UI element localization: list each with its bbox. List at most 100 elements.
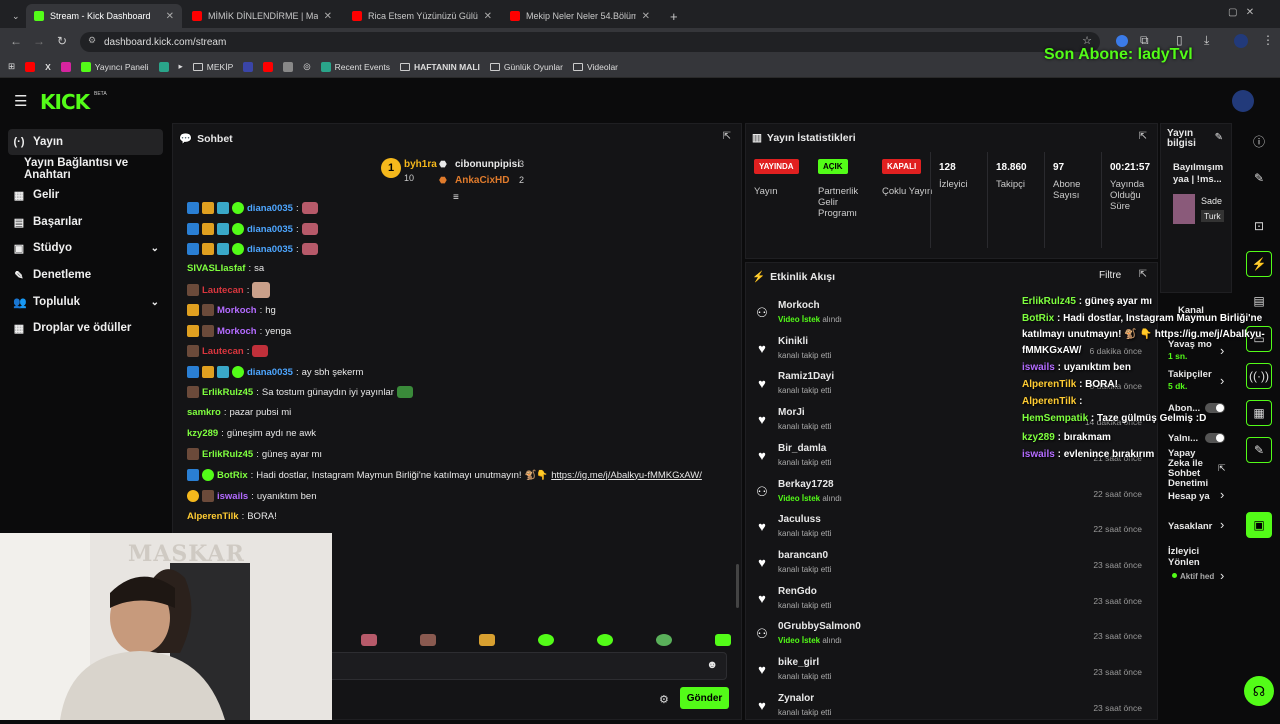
wrench-icon[interactable]: ✎ (1246, 437, 1272, 463)
emote-icon[interactable] (420, 634, 436, 646)
chat-username[interactable]: kzy289 (187, 428, 218, 439)
bookmark-blue-icon[interactable] (243, 61, 254, 72)
chat-username[interactable]: BotRix (217, 470, 248, 481)
top-gifter-name[interactable]: AnkaCixHD (455, 175, 509, 186)
nav-yayin[interactable]: (·) Yayın (8, 129, 163, 155)
tab-youtube-2[interactable]: Rica Etsem Yüzünüzü Gülümset ✕ (344, 4, 500, 28)
activity-item[interactable]: ♥ barancan0 kanalı takip etti 23 saat önce (754, 547, 1154, 581)
profile-avatar[interactable] (1234, 34, 1248, 48)
account-age-label[interactable]: Hesap ya (1168, 491, 1210, 502)
tab-kick-dashboard[interactable]: Stream - Kick Dashboard ✕ (26, 4, 182, 28)
activity-item[interactable]: ♥ RenGdo kanalı takip etti 23 saat önce (754, 583, 1154, 617)
bookmark-haftanin-mali[interactable]: HAFTANIN MALI (399, 62, 480, 72)
chevron-right-icon[interactable]: › (1220, 373, 1224, 388)
tab-youtube-1[interactable]: MİMİK DİNLENDİRME | Madara ✕ (184, 4, 340, 28)
activity-item[interactable]: ⚇ Berkay1728 Video İstek alındı 22 saat önc… (754, 476, 1154, 510)
slow-mode-label[interactable]: Yavaş mo (1168, 339, 1212, 350)
bookmark-recent-events[interactable]: Recent Events (320, 61, 390, 72)
menu-icon[interactable]: ⋮ (1262, 33, 1274, 47)
bookmark-youtube-icon[interactable] (25, 61, 36, 72)
activity-item[interactable]: ♥ Zynalor kanalı takip etti 23 saat önce (754, 690, 1154, 724)
bolt-icon[interactable]: ⚡ (1246, 251, 1272, 277)
nav-basarilar[interactable]: ▤ Başarılar (8, 209, 163, 235)
nav-gelir[interactable]: ▦ Gelir (8, 182, 163, 208)
chat-link[interactable]: https://ig.me/j/Abalkyu-fMMKGxAW/ (551, 470, 702, 481)
emote-only-toggle[interactable] (1205, 433, 1225, 443)
user-avatar[interactable] (1232, 90, 1254, 112)
banned-words-label[interactable]: Yasaklanr (1168, 521, 1212, 532)
chat-username[interactable]: iswails (217, 491, 248, 502)
chat-settings-icon[interactable]: ⚙ (659, 693, 669, 706)
sidebar-icon[interactable]: ▯ (1176, 33, 1183, 47)
bookmark-image-icon[interactable] (283, 61, 294, 72)
broadcast-icon[interactable]: ((·)) (1246, 363, 1272, 389)
nav-denetleme[interactable]: ✎ Denetleme (8, 262, 163, 288)
chat-username[interactable]: ErlikRulz45 (202, 387, 253, 398)
hamburger-icon[interactable]: ☰ (14, 92, 27, 110)
chat-username[interactable]: Morkoch (217, 305, 257, 316)
close-icon[interactable]: ✕ (324, 11, 332, 22)
chevron-right-icon[interactable]: › (1220, 568, 1224, 583)
close-icon[interactable]: ✕ (166, 11, 174, 22)
chat-username[interactable]: diana0035 (247, 244, 293, 255)
popout-icon[interactable]: ⇱ (1139, 131, 1147, 142)
bookmark-green-icon[interactable] (158, 61, 169, 72)
support-icon[interactable]: ☊ (1244, 676, 1274, 706)
chat-username[interactable]: samkro (187, 407, 221, 418)
bookmark-videolar[interactable]: Videolar (572, 62, 618, 72)
nav-droplar[interactable]: ▦ Droplar ve ödüller (8, 315, 163, 341)
pencil-icon[interactable]: ✎ (1246, 165, 1272, 191)
activity-item[interactable]: ⚇ 0GrubbySalmon0 Video İstek alındı 23 saat… (754, 618, 1154, 652)
chat-username[interactable]: SIVASLIasfaf (187, 263, 245, 274)
tab-search-button[interactable]: ⌄ (4, 4, 22, 28)
followers-only-label[interactable]: Takipçiler (1168, 369, 1212, 380)
back-icon[interactable]: ← (10, 34, 22, 48)
emote-icon[interactable] (361, 634, 377, 646)
crop-icon[interactable]: ⊡ (1246, 213, 1272, 239)
top-gifter-name[interactable]: cibonunpipisi (455, 159, 520, 170)
edit-icon[interactable]: ✎ (1215, 132, 1223, 143)
bookmark-x-icon[interactable]: X (45, 62, 51, 72)
emote-icon[interactable] (656, 634, 672, 646)
clapper-icon[interactable]: ▣ (1246, 512, 1272, 538)
reload-icon[interactable]: ↻ (57, 34, 67, 48)
activity-item[interactable]: ♥ bike_girl kanalı takip etti 23 saat önce (754, 654, 1154, 688)
chat-scrollbar[interactable] (736, 564, 739, 608)
site-info-icon[interactable]: ⚙ (88, 35, 96, 46)
chat-username[interactable]: Lautecan (202, 346, 244, 357)
address-bar[interactable]: ⚙ dashboard.kick.com/stream ☆ (80, 32, 1100, 52)
bookmark-mekip[interactable]: MEKİP (192, 62, 233, 72)
chat-username[interactable]: Morkoch (217, 326, 257, 337)
chat-username[interactable]: diana0035 (247, 203, 293, 214)
download-icon[interactable]: ⤓ (1204, 33, 1209, 48)
bookmark-yayinci-paneli[interactable]: Yayıncı Paneli (80, 61, 149, 72)
sub-only-toggle[interactable] (1205, 403, 1225, 413)
bookmark-arrow-icon[interactable]: ▸ (179, 61, 183, 72)
chat-username[interactable]: Lautecan (202, 285, 244, 296)
notes-icon[interactable]: ▤ (1246, 288, 1272, 314)
emote-icon[interactable] (597, 634, 613, 646)
chat-username[interactable]: ErlikRulz45 (202, 449, 253, 460)
emote-icon[interactable] (538, 634, 554, 646)
forward-icon[interactable]: → (33, 34, 45, 48)
bookmark-instagram-icon[interactable] (60, 61, 71, 72)
top-gifter-name[interactable]: byh1ra (404, 159, 437, 170)
ai-moderation-label[interactable]: Yapay Zeka ile Sohbet Denetimi (1168, 449, 1218, 489)
viewer-redirect-label[interactable]: İzleyici Yönlen (1168, 546, 1232, 568)
info-icon[interactable]: ⓘ (1246, 128, 1272, 154)
new-tab-button[interactable]: + (662, 4, 682, 28)
bookmark-youtube-2-icon[interactable] (263, 61, 274, 72)
send-button[interactable]: Gönder (680, 687, 729, 709)
chevron-right-icon[interactable]: › (1220, 487, 1224, 502)
chevron-right-icon[interactable]: › (1220, 343, 1224, 358)
chat-username[interactable]: AlperenTilk (187, 511, 239, 522)
bookmark-globe-icon[interactable]: ◎ (303, 61, 310, 72)
activity-item[interactable]: ♥ Jaculuss kanalı takip etti 22 saat önce (754, 511, 1154, 545)
emote-icon[interactable] (715, 634, 731, 646)
filter-button[interactable]: Filtre (1099, 270, 1121, 281)
nav-yayin-baglantisi[interactable]: Yayın Bağlantısı ve Anahtarı (8, 156, 163, 182)
chat-username[interactable]: diana0035 (247, 224, 293, 235)
kick-logo[interactable]: KICK (40, 90, 90, 114)
chat-username[interactable]: diana0035 (247, 367, 293, 378)
nav-topluluk[interactable]: 👥 Topluluk ⌄ (8, 289, 163, 315)
